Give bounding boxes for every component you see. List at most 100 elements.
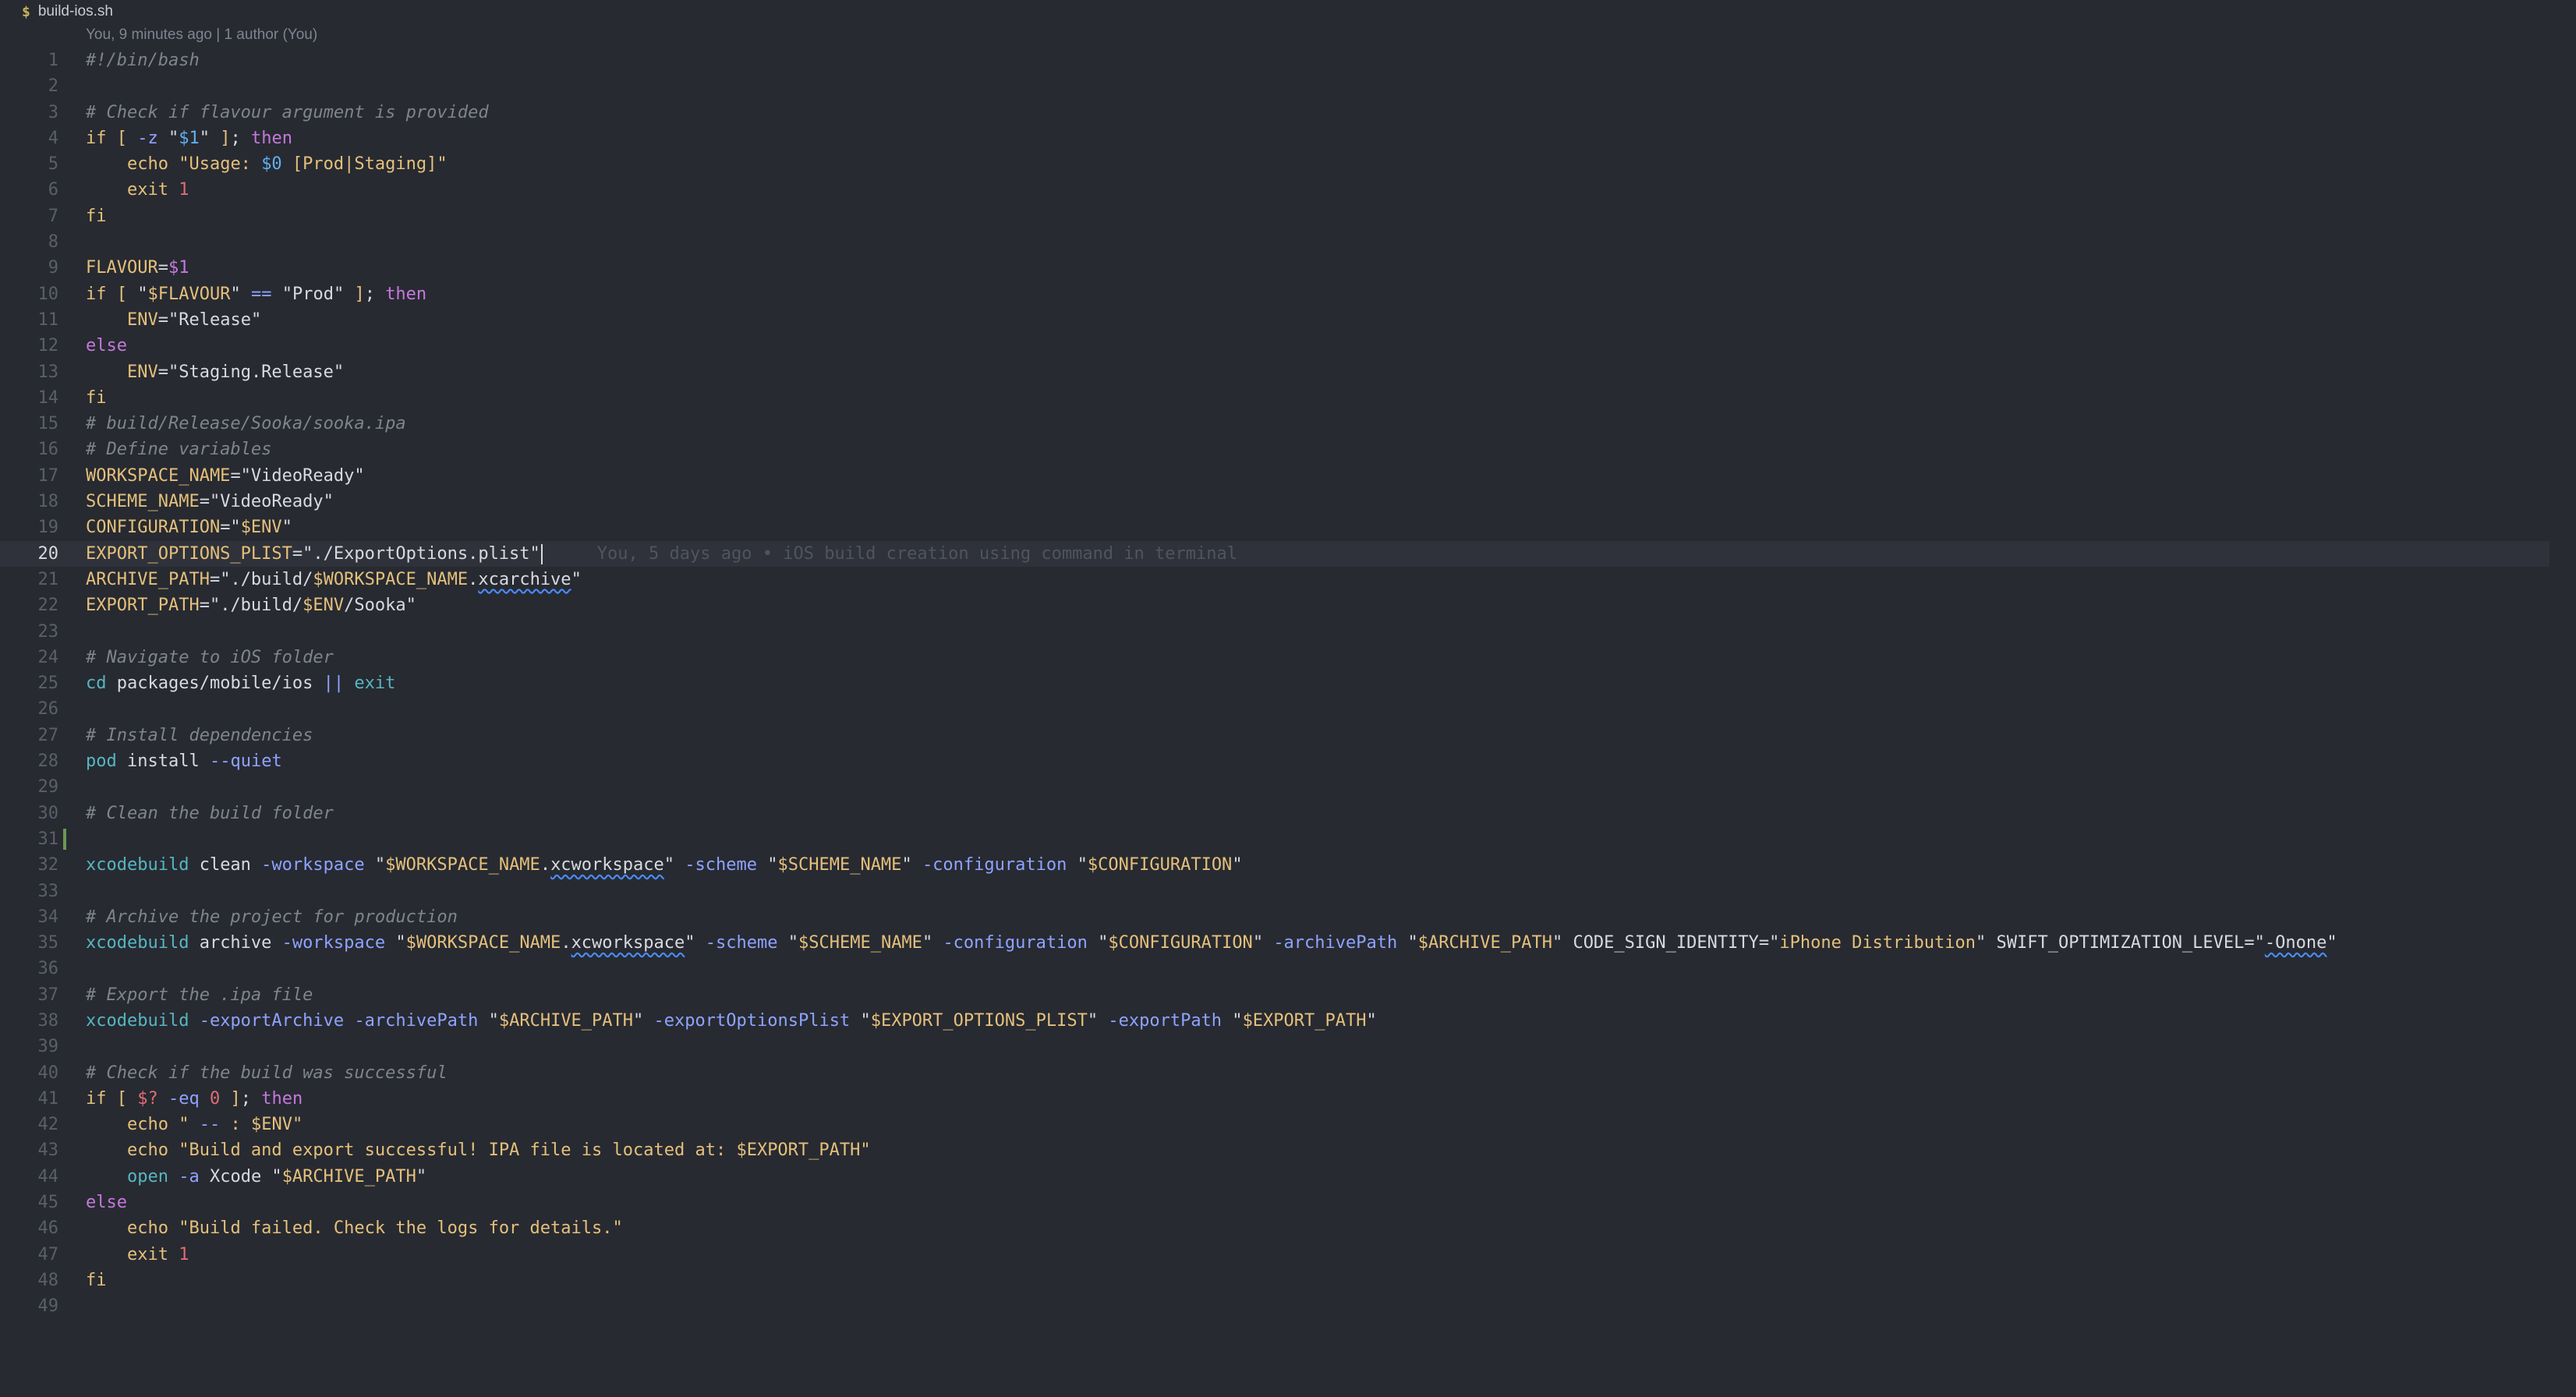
line-number: 11 [37,309,59,330]
code-content: ENV="Release" [86,307,261,333]
code-token: " [2327,933,2337,953]
code-token: -exportArchive [199,1010,345,1031]
code-line[interactable]: 27 # Install dependencies [0,723,2576,748]
code-token: [ [116,1088,127,1109]
code-token: $EXPORT_PATH [1242,1010,1367,1031]
code-line[interactable]: 22 EXPORT_PATH="./build/$ENV/Sooka" [0,592,2576,618]
code-line[interactable]: 11 ENV="Release" [0,307,2576,333]
code-token: $WORKSPACE_NAME [313,569,469,589]
line-number: 10 [37,284,59,304]
code-line[interactable]: 7 fi [0,203,2576,229]
code-content: cd packages/mobile/ios || exit [86,670,395,696]
code-line[interactable]: 10 if [ "$FLAVOUR" == "Prod" ]; then [0,281,2576,307]
code-line[interactable]: 41 if [ $? -eq 0 ]; then [0,1086,2576,1112]
code-line[interactable]: 25 cd packages/mobile/ios || exit [0,670,2576,696]
code-line[interactable]: 19 CONFIGURATION="$ENV" [0,515,2576,540]
line-number: 18 [37,492,59,512]
code-token: -configuration [943,933,1088,953]
code-line[interactable]: 47 exit 1 [0,1242,2576,1268]
code-line[interactable]: 24 # Navigate to iOS folder [0,645,2576,670]
code-line[interactable]: 20 EXPORT_OPTIONS_PLIST="./ExportOptions.… [0,540,2549,567]
git-blame-header[interactable]: You, 9 minutes ago | 1 author (You) [86,23,317,47]
code-line[interactable]: 46 echo "Build failed. Check the logs fo… [0,1215,2576,1241]
git-change-marker[interactable] [63,828,66,850]
code-line[interactable]: 36 [0,956,2576,981]
code-line[interactable]: 14 fi [0,385,2576,411]
code-token: " [385,933,406,953]
code-line[interactable]: 42 echo " -- : $ENV" [0,1112,2576,1137]
line-number: 32 [37,855,59,875]
code-line[interactable]: 35 xcodebuild archive -workspace "$WORKSP… [0,930,2576,956]
code-token: # Define variables [86,440,272,460]
code-line[interactable]: 3 # Check if flavour argument is provided [0,100,2576,126]
code-line[interactable]: 39 [0,1034,2576,1059]
code-line[interactable]: 21 ARCHIVE_PATH="./build/$WORKSPACE_NAME.… [0,567,2576,592]
code-line[interactable]: 4 if [ -z "$1" ]; then [0,126,2576,151]
code-token: open [126,1166,168,1187]
code-line[interactable]: 8 [0,229,2576,255]
code-token: . [561,933,571,953]
code-token: echo [126,154,168,175]
code-content: if [ -z "$1" ]; then [86,126,292,151]
code-token: " [1252,933,1274,953]
line-number: 15 [37,414,59,434]
tab-build-ios[interactable]: $ build-ios.sh [22,2,113,22]
code-line[interactable]: 34 # Archive the project for production [0,904,2576,930]
code-line[interactable]: 1 #!/bin/bash [0,48,2576,73]
code-token: ] [230,1088,241,1109]
code-token: " [168,128,179,148]
code-token: else [86,336,127,356]
code-line[interactable]: 45 else [0,1190,2576,1215]
code-token: ="Staging.Release" [157,362,345,382]
line-number: 13 [37,362,59,382]
code-editor[interactable]: 1 #!/bin/bash 2 3 # Check if flavour argumen… [0,48,2576,1320]
code-token: $1 [179,128,200,148]
code-token: . [468,569,479,589]
code-line[interactable]: 12 else [0,333,2576,359]
code-line[interactable]: 32 xcodebuild clean -workspace "$WORKSPAC… [0,852,2576,878]
code-token: $CONFIGURATION [1087,855,1233,875]
code-content: open -a Xcode "$ARCHIVE_PATH" [86,1164,426,1190]
code-token: -workspace [281,933,386,953]
code-line[interactable]: 44 open -a Xcode "$ARCHIVE_PATH" [0,1164,2576,1190]
code-line[interactable]: 16 # Define variables [0,437,2576,462]
code-line[interactable]: 48 fi [0,1268,2576,1293]
code-line[interactable]: 49 [0,1293,2576,1319]
code-line[interactable]: 33 [0,879,2576,904]
code-line[interactable]: 13 ENV="Staging.Release" [0,359,2576,385]
code-token: 1 [179,180,189,200]
code-line[interactable]: 18 SCHEME_NAME="VideoReady" [0,489,2576,515]
code-token: "Build and export successful! IPA file i… [168,1141,737,1161]
code-line[interactable]: 40 # Check if the build was successful [0,1060,2576,1086]
code-content: pod install --quiet [86,748,282,774]
code-content: fi [86,203,107,229]
code-line[interactable]: 30 # Clean the build folder [0,801,2576,826]
line-number: 29 [37,777,59,798]
code-line[interactable]: 15 # build/Release/Sooka/sooka.ipa [0,411,2576,437]
code-line[interactable]: 29 [0,774,2576,800]
code-line[interactable]: 23 [0,619,2576,645]
code-line[interactable]: 2 [0,73,2576,99]
code-token: CONFIGURATION [86,518,221,538]
code-line[interactable]: 6 exit 1 [0,177,2576,203]
code-line[interactable]: 38 xcodebuild -exportArchive -archivePath… [0,1008,2576,1034]
inline-blame-annotation[interactable]: You, 5 days ago • iOS build creation usi… [597,544,1237,564]
code-line[interactable]: 9 FLAVOUR=$1 [0,255,2576,281]
code-line[interactable]: 43 echo "Build and export successful! IP… [0,1137,2576,1163]
code-token: #!/bin/bash [86,51,200,70]
code-content: echo "Build and export successful! IPA f… [86,1137,871,1163]
code-token: "Build failed. Check the logs for detail… [168,1218,623,1239]
code-line[interactable]: 26 [0,696,2576,722]
line-number: 31 [37,829,59,849]
code-line[interactable]: 37 # Export the .ipa file [0,982,2576,1008]
code-line[interactable]: 31 [0,826,2576,852]
code-line[interactable]: 5 echo "Usage: $0 [Prod|Staging]" [0,151,2576,177]
line-number: 28 [37,752,59,772]
code-token: # Check if the build was successful [86,1063,448,1083]
code-content: exit 1 [86,177,189,203]
code-line[interactable]: 28 pod install --quiet [0,748,2576,774]
code-line[interactable]: 17 WORKSPACE_NAME="VideoReady" [0,463,2576,489]
